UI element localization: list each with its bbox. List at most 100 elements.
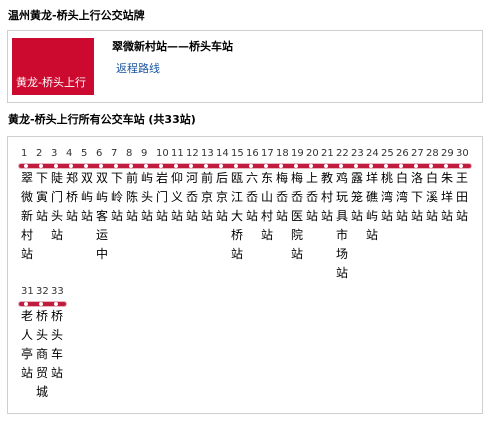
stop-dot-icon [99, 164, 103, 168]
stop-number: 27 [411, 148, 424, 159]
stop-number: 28 [426, 148, 439, 159]
stop-number: 31 [21, 286, 34, 297]
stop-dot-icon [279, 164, 283, 168]
stop-name: 前陈站 [126, 171, 139, 223]
stop-dot-icon [54, 302, 58, 306]
stop-name: 前京站 [201, 171, 214, 223]
stop-number: 22 [336, 148, 349, 159]
stop-name: 陡门头站 [51, 171, 64, 242]
stop-dot-icon [234, 164, 238, 168]
stop-name: 河岙站 [186, 171, 199, 223]
stop-name: 后京站 [216, 171, 229, 223]
stop-name: 露笼站 [351, 171, 364, 223]
stop-dot-icon [24, 302, 28, 306]
stop-name: 双屿站 [81, 171, 94, 223]
stop-row: 1 翠微新村站 2 下寅站 3 陡门头站 4 郑桥站 5 双屿站 6 双屿客运中 7 下岭站 8 前陈站 9 屿头… [19, 147, 480, 285]
stop-name: 双屿客运中 [96, 171, 109, 261]
stops-section-title: 黄龙-桥头上行所有公交车站 (共33站) [8, 113, 196, 126]
stop-name: 桃湾站 [381, 171, 394, 223]
stop-name: 瓯江大桥站 [231, 171, 244, 261]
stop-number: 33 [51, 286, 64, 297]
stop-row: 31 老人亭站 32 桥头商贸城 33 桥头车站 [19, 285, 480, 405]
return-route-link[interactable]: 返程路线 [116, 62, 160, 76]
stop-dot-icon [39, 164, 43, 168]
stop-number: 20 [306, 148, 319, 159]
stop-dot-icon [249, 164, 253, 168]
stop-name: 下岭站 [111, 171, 124, 223]
stop-name: 屿头站 [141, 171, 154, 223]
stop-number: 4 [66, 148, 73, 159]
stop-name: 桥头商贸城 [36, 309, 49, 399]
stop-number: 32 [36, 286, 49, 297]
stop-number: 26 [396, 148, 409, 159]
stop-name: 下寅站 [36, 171, 49, 223]
stop-number: 25 [381, 148, 394, 159]
stop-name: 朱垟站 [441, 171, 454, 223]
stop-dot-icon [84, 164, 88, 168]
stop-number: 30 [456, 148, 469, 159]
stop-dot-icon [219, 164, 223, 168]
stop-number: 12 [186, 148, 199, 159]
stop-name: 鸡玩具市场站 [336, 171, 349, 280]
stop-number: 6 [96, 148, 103, 159]
stop-name: 郑桥站 [66, 171, 79, 223]
stop-number: 17 [261, 148, 274, 159]
stop-dot-icon [129, 164, 133, 168]
stop-number: 23 [351, 148, 364, 159]
stop-name: 梅岙医院站 [291, 171, 304, 261]
stop-number: 24 [366, 148, 379, 159]
stop-dot-icon [144, 164, 148, 168]
stop-dot-icon [39, 302, 43, 306]
stop-number: 14 [216, 148, 229, 159]
route-card: 黄龙-桥头上行 翠微新村站——桥头车站 返程路线 [7, 30, 483, 103]
stop-name: 王田站 [456, 171, 469, 223]
stop-name: 教村站 [321, 171, 334, 223]
stop-number: 7 [111, 148, 118, 159]
stop-dot-icon [114, 164, 118, 168]
stop-dot-icon [399, 164, 403, 168]
stop-dot-icon [339, 164, 343, 168]
stop-name: 岩门站 [156, 171, 169, 223]
stop-dot-icon [204, 164, 208, 168]
stop-name: 梅岙站 [276, 171, 289, 223]
stop-dot-icon [459, 164, 463, 168]
stop-dot-icon [354, 164, 358, 168]
stop-dot-icon [369, 164, 373, 168]
stop-dot-icon [384, 164, 388, 168]
stop-number: 1 [21, 148, 28, 159]
stop-name: 洛下站 [411, 171, 424, 223]
stop-number: 3 [51, 148, 58, 159]
stop-dot-icon [54, 164, 58, 168]
stop-dot-icon [444, 164, 448, 168]
stop-dot-icon [324, 164, 328, 168]
stop-name: 翠微新村站 [21, 171, 34, 261]
stop-name: 东山村站 [261, 171, 274, 242]
stop-number: 10 [156, 148, 169, 159]
stops-panel: 1 翠微新村站 2 下寅站 3 陡门头站 4 郑桥站 5 双屿站 6 双屿客运中 7 下岭站 8 前陈站 9 屿头… [7, 136, 483, 414]
stop-number: 18 [276, 148, 289, 159]
stop-dot-icon [264, 164, 268, 168]
stop-number: 21 [321, 148, 334, 159]
stop-number: 16 [246, 148, 259, 159]
stop-dot-icon [294, 164, 298, 168]
stop-number: 8 [126, 148, 133, 159]
stop-number: 19 [291, 148, 304, 159]
stop-name: 老人亭站 [21, 309, 34, 380]
stop-number: 5 [81, 148, 88, 159]
stop-name: 桥头车站 [51, 309, 64, 380]
stop-number: 13 [201, 148, 214, 159]
stop-dot-icon [159, 164, 163, 168]
stop-number: 29 [441, 148, 454, 159]
stop-name: 垟礁屿站 [366, 171, 379, 242]
stop-name: 白湾站 [396, 171, 409, 223]
stop-name: 上岙站 [306, 171, 319, 223]
stop-name: 仰义站 [171, 171, 184, 223]
stop-dot-icon [189, 164, 193, 168]
stop-dot-icon [174, 164, 178, 168]
stop-number: 9 [141, 148, 148, 159]
stop-dot-icon [414, 164, 418, 168]
stop-dot-icon [24, 164, 28, 168]
stop-number: 15 [231, 148, 244, 159]
stop-number: 2 [36, 148, 43, 159]
stop-name: 六岙站 [246, 171, 259, 223]
